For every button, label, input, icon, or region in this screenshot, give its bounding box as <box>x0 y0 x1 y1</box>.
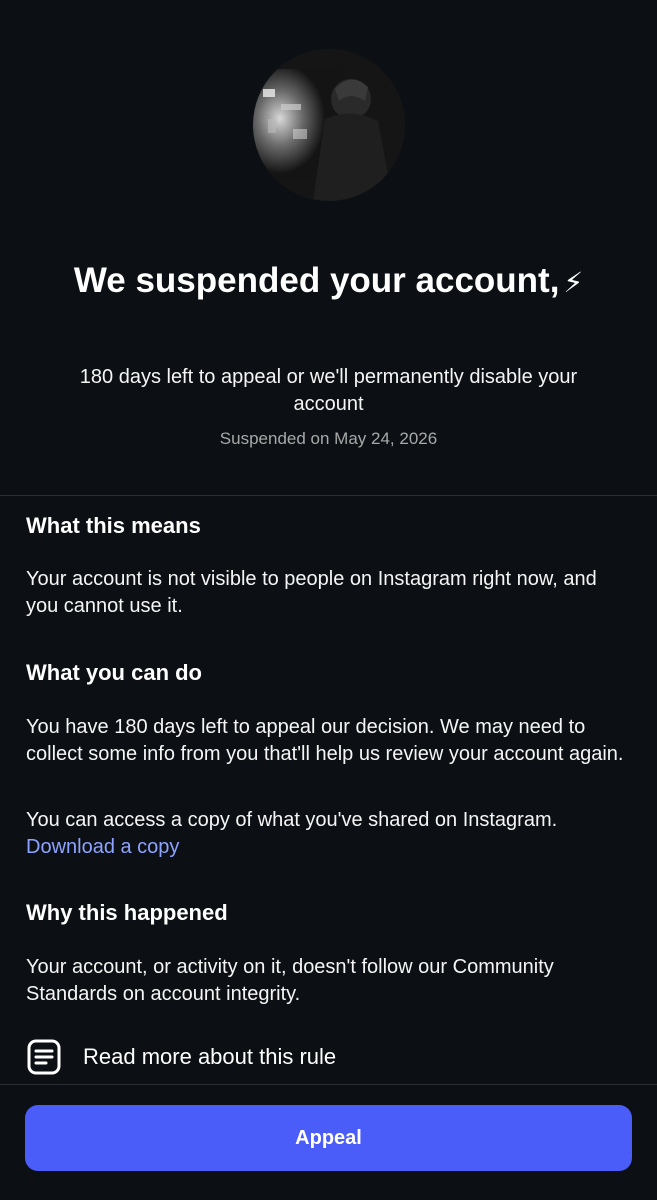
divider <box>0 495 657 496</box>
section-text-download-copy: You can access a copy of what you've sha… <box>26 807 626 861</box>
section-heading-why-this-happened: Why this happened <box>26 900 228 925</box>
page-title-text: We suspended your account, <box>73 261 560 300</box>
read-more-rule-label: Read more about this rule <box>83 1044 337 1069</box>
header: We suspended your account, ⚡ 180 days lef… <box>0 0 657 495</box>
document-icon <box>26 1039 62 1075</box>
download-copy-link[interactable]: Download a copy <box>26 836 179 858</box>
section-text-what-this-means: Your account is not visible to people on… <box>26 568 597 617</box>
appeal-button[interactable]: Appeal <box>25 1105 632 1171</box>
download-copy-description: You can access a copy of what you've sha… <box>26 809 558 831</box>
section-heading-what-this-means: What this means <box>26 513 201 538</box>
suspended-date: Suspended on May 24, 2026 <box>219 429 438 448</box>
appeal-deadline-text: 180 days left to appeal or we'll permane… <box>79 366 578 415</box>
profile-avatar <box>253 49 405 201</box>
section-text-why-this-happened: Your account, or activity on it, doesn't… <box>26 956 554 1005</box>
section-heading-what-you-can-do: What you can do <box>26 660 202 685</box>
avatar-photo <box>253 49 405 201</box>
page-title: We suspended your account, ⚡ <box>60 258 597 305</box>
section-text-appeal-window: You have 180 days left to appeal our dec… <box>26 716 624 765</box>
lightning-icon: ⚡ <box>563 267 584 298</box>
divider <box>0 1084 657 1085</box>
read-more-rule-link[interactable]: Read more about this rule <box>26 1038 626 1076</box>
